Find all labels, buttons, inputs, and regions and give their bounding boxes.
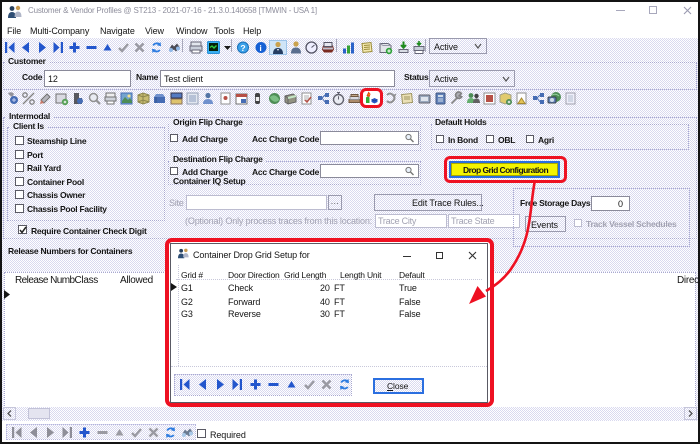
svg-text:i: i <box>259 43 261 53</box>
svg-text:?: ? <box>240 43 245 53</box>
